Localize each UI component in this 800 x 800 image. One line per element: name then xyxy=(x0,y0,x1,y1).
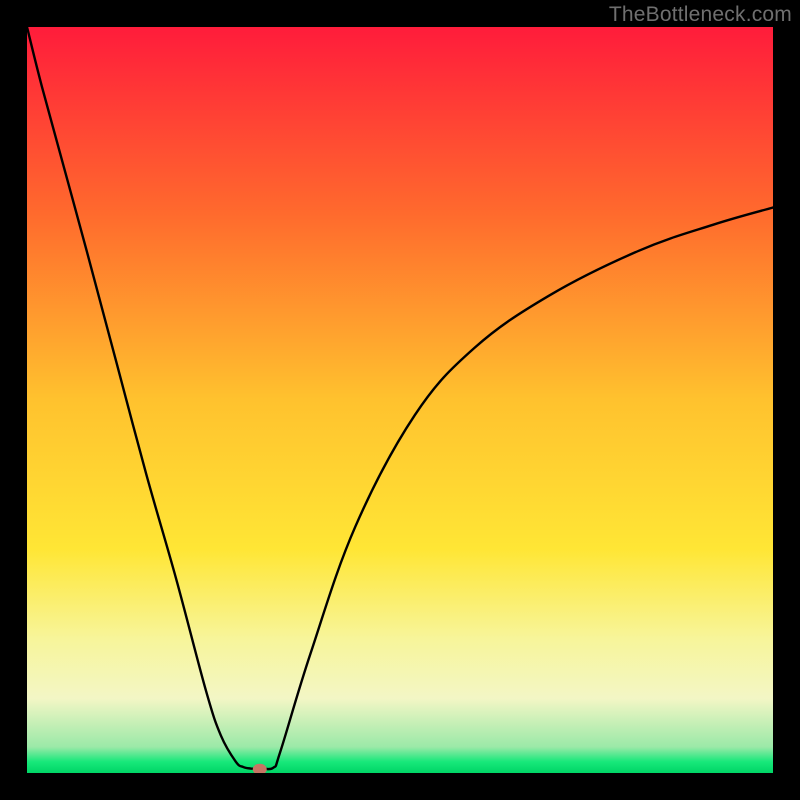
plot-area xyxy=(27,27,773,773)
bottleneck-curve xyxy=(27,27,773,769)
optimum-marker xyxy=(253,764,267,773)
watermark-text: TheBottleneck.com xyxy=(609,3,792,27)
curve-layer xyxy=(27,27,773,773)
chart-frame: TheBottleneck.com xyxy=(0,0,800,800)
